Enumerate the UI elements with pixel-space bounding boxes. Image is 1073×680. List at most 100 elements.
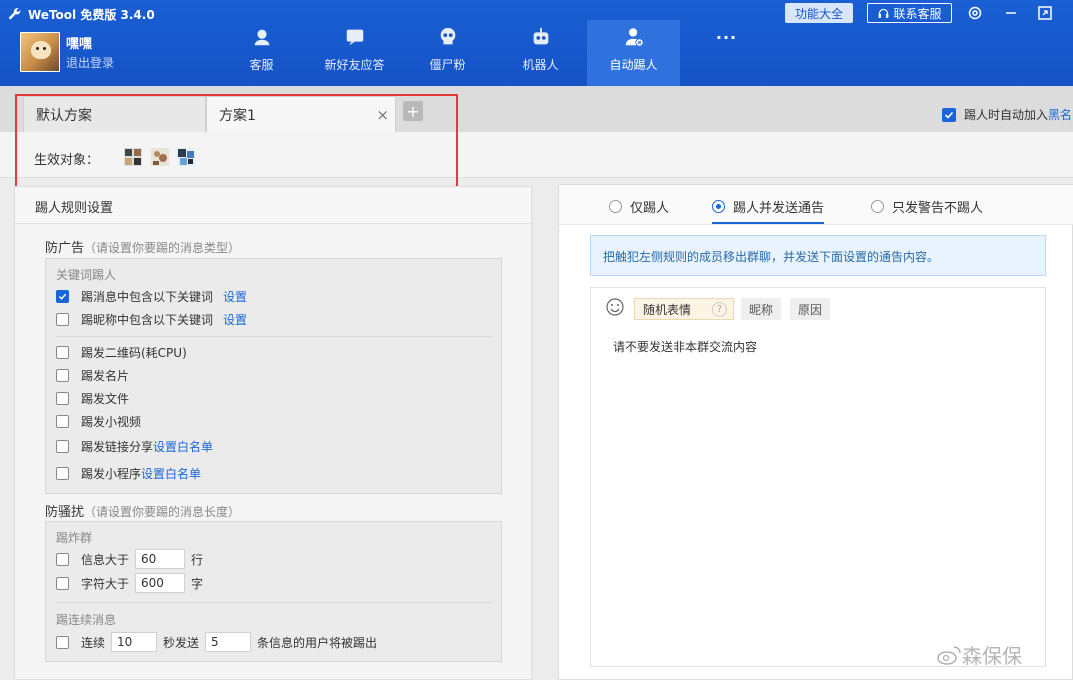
announcement-editor[interactable]: 随机表情 ? 昵称 原因 请不要发送非本群交流内容 bbox=[590, 287, 1046, 667]
main-nav: 客服 新好友应答 僵尸粉 机器人 自动踢人 ··· bbox=[215, 20, 773, 86]
message-lines-input[interactable]: 60 bbox=[135, 549, 186, 569]
chat-bubble-icon bbox=[346, 29, 363, 46]
anti-ad-group: 关键词踢人 踢消息中包含以下关键词 设置 踢昵称中包含以下关键词 设置 踢发二维… bbox=[45, 258, 502, 494]
anti-spam-hint: （请设置你要踢的消息长度） bbox=[84, 505, 241, 519]
minimize-icon[interactable] bbox=[1002, 4, 1020, 22]
unit-label: 字 bbox=[191, 576, 204, 591]
nav-item-zombie-fans[interactable]: 僵尸粉 bbox=[401, 20, 494, 86]
kick-keyword-nickname-option[interactable]: 踢昵称中包含以下关键词 设置 bbox=[56, 311, 247, 328]
checkbox[interactable] bbox=[56, 369, 69, 382]
continuous-count-input[interactable]: 5 bbox=[205, 632, 252, 652]
skull-icon bbox=[440, 27, 455, 45]
checkmark-icon bbox=[58, 293, 67, 300]
anti-spam-heading: 防骚扰（请设置你要踢的消息长度） bbox=[45, 505, 241, 520]
chip-label: 随机表情 bbox=[643, 302, 692, 317]
char-count-input[interactable]: 600 bbox=[135, 573, 186, 593]
headset-icon bbox=[879, 8, 889, 18]
nickname-chip[interactable]: 昵称 bbox=[741, 298, 782, 320]
headset-icon bbox=[254, 29, 269, 46]
contact-service-button[interactable]: 联系客服 bbox=[867, 3, 952, 23]
option-label: 秒发送 bbox=[163, 635, 200, 650]
continuous-message-option[interactable]: 连续 10 秒发送 5 条信息的用户将被踢出 bbox=[56, 632, 377, 652]
continuous-group-title: 踢连续消息 bbox=[56, 613, 117, 627]
tab-default-plan[interactable]: 默认方案 bbox=[23, 96, 206, 132]
checkbox[interactable] bbox=[56, 467, 69, 480]
effect-targets-row: 生效对象： bbox=[0, 132, 1073, 178]
user-name: 嘿嘿 bbox=[66, 37, 93, 52]
anti-ad-heading: 防广告（请设置你要踢的消息类型） bbox=[45, 241, 241, 256]
message-lines-option[interactable]: 信息大于 60 行 bbox=[56, 549, 203, 569]
notice-banner: 把触犯左侧规则的成员移出群聊，并发送下面设置的通告内容。 bbox=[590, 235, 1046, 276]
keyword-message-settings-link[interactable]: 设置 bbox=[223, 288, 247, 305]
reason-chip[interactable]: 原因 bbox=[790, 298, 831, 320]
checkbox[interactable] bbox=[56, 440, 69, 453]
checkbox[interactable] bbox=[56, 290, 69, 303]
top-bar: WeTool 免费版 3.4.0 功能大全 联系客服 嘿嘿 退出登录 客服 新好… bbox=[0, 0, 1073, 86]
checkbox[interactable] bbox=[56, 635, 69, 649]
kick-rules-panel: 踢人规则设置 防广告（请设置你要踢的消息类型） 关键词踢人 踢消息中包含以下关键… bbox=[14, 186, 532, 680]
kick-file-option[interactable]: 踢发文件 bbox=[56, 390, 129, 407]
tab-plan-1[interactable]: 方案1 × bbox=[206, 96, 396, 132]
kick-video-option[interactable]: 踢发小视频 bbox=[56, 413, 141, 430]
checkmark-icon bbox=[944, 111, 954, 119]
continuous-seconds-input[interactable]: 10 bbox=[111, 632, 158, 652]
kick-card-option[interactable]: 踢发名片 bbox=[56, 367, 129, 384]
user-profile: 嘿嘿 退出登录 bbox=[20, 32, 114, 72]
checkbox[interactable] bbox=[56, 576, 69, 590]
checkbox[interactable] bbox=[56, 313, 69, 326]
close-icon[interactable]: × bbox=[376, 106, 389, 124]
kick-qr-code-option[interactable]: 踢发二维码(耗CPU) bbox=[56, 344, 187, 361]
auto-blacklist-option[interactable]: 踢人时自动加入 黑名 bbox=[942, 106, 1072, 123]
group-avatar-icon[interactable] bbox=[177, 148, 195, 166]
random-emoji-chip[interactable]: 随机表情 ? bbox=[634, 298, 734, 320]
link-share-whitelist-link[interactable]: 设置白名单 bbox=[153, 438, 213, 455]
kick-mini-program-option[interactable]: 踢发小程序 设置白名单 bbox=[56, 465, 201, 482]
nav-item-robot[interactable]: 机器人 bbox=[494, 20, 587, 86]
option-label: 踢发小程序 bbox=[81, 467, 142, 481]
contact-service-label: 联系客服 bbox=[893, 6, 942, 21]
nav-item-service[interactable]: 客服 bbox=[215, 20, 308, 86]
anti-spam-group: 踢炸群 信息大于 60 行 字符大于 600 字 踢连续消息 连续 10 秒发送… bbox=[45, 521, 502, 662]
char-count-option[interactable]: 字符大于 600 字 bbox=[56, 573, 203, 593]
radio-button[interactable] bbox=[871, 200, 884, 213]
announcement-content[interactable]: 请不要发送非本群交流内容 bbox=[613, 338, 757, 355]
gear-icon[interactable] bbox=[966, 4, 984, 22]
radio-button[interactable] bbox=[712, 200, 725, 213]
watermark: 森保保 bbox=[936, 640, 1022, 669]
checkbox[interactable] bbox=[56, 346, 69, 359]
nav-label: 机器人 bbox=[522, 58, 559, 72]
maximize-icon[interactable] bbox=[1036, 4, 1054, 22]
features-button[interactable]: 功能大全 bbox=[785, 3, 853, 23]
keyword-nickname-settings-link[interactable]: 设置 bbox=[223, 311, 247, 328]
checkbox[interactable] bbox=[56, 552, 69, 566]
avatar[interactable] bbox=[20, 32, 60, 72]
help-icon[interactable]: ? bbox=[712, 302, 727, 317]
radio-kick-and-notify[interactable]: 踢人并发送通告 bbox=[712, 197, 825, 224]
kick-rules-title: 踢人规则设置 bbox=[15, 187, 531, 224]
nav-item-new-friend-reply[interactable]: 新好友应答 bbox=[308, 20, 401, 86]
checkbox[interactable] bbox=[56, 415, 69, 428]
more-menu-icon[interactable]: ··· bbox=[680, 20, 773, 86]
option-label: 字符大于 bbox=[81, 576, 130, 591]
mini-program-whitelist-link[interactable]: 设置白名单 bbox=[141, 465, 201, 482]
group-avatar-icon[interactable] bbox=[151, 148, 169, 166]
nav-item-auto-kick[interactable]: 自动踢人 bbox=[587, 20, 680, 86]
nav-label: 自动踢人 bbox=[609, 58, 658, 72]
add-tab-button[interactable]: + bbox=[403, 101, 423, 121]
smiley-icon[interactable] bbox=[605, 297, 625, 317]
radio-button[interactable] bbox=[609, 200, 622, 213]
radio-kick-only[interactable]: 仅踢人 bbox=[609, 197, 669, 216]
app-title: WeTool 免费版 3.4.0 bbox=[28, 7, 155, 22]
checkbox[interactable] bbox=[56, 392, 69, 405]
kick-keyword-message-option[interactable]: 踢消息中包含以下关键词 设置 bbox=[56, 288, 247, 305]
kick-link-share-option[interactable]: 踢发链接分享 设置白名单 bbox=[56, 438, 213, 455]
auto-blacklist-checkbox[interactable] bbox=[942, 107, 956, 122]
logout-link[interactable]: 退出登录 bbox=[66, 54, 114, 71]
option-label: 踢发文件 bbox=[81, 392, 130, 406]
group-avatar-icon[interactable] bbox=[124, 148, 142, 166]
option-label: 踢发链接分享 bbox=[81, 440, 154, 454]
radio-warn-only[interactable]: 只发警告不踢人 bbox=[871, 197, 983, 216]
radio-label: 只发警告不踢人 bbox=[892, 201, 984, 216]
blacklist-link[interactable]: 黑名 bbox=[1048, 106, 1072, 123]
bomb-group-title: 踢炸群 bbox=[56, 531, 93, 545]
